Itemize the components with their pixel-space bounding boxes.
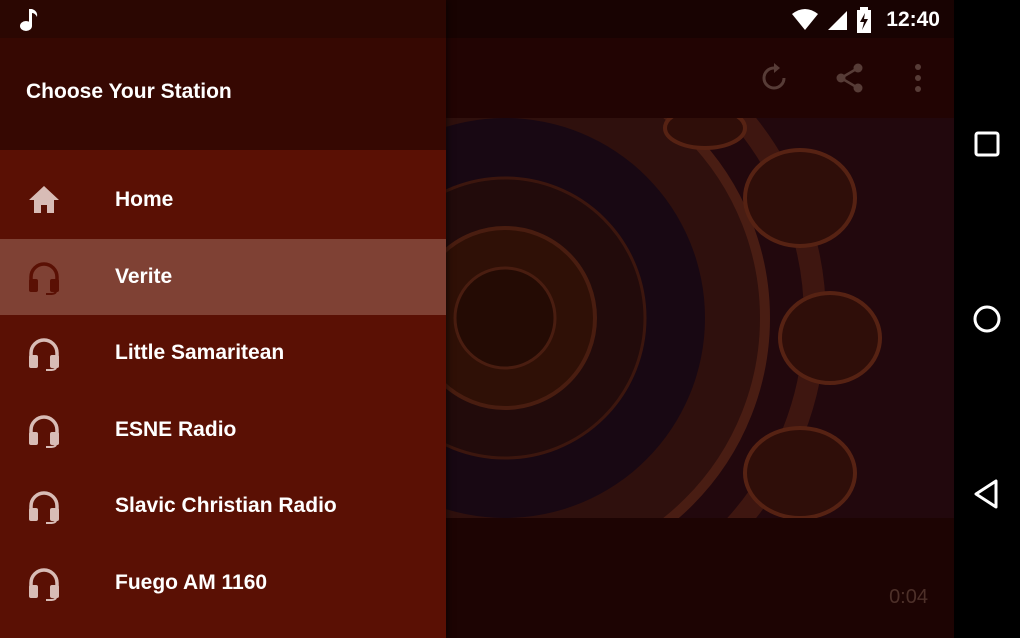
station-list: Home Verite Little Samaritean ESNE Radio… [0, 162, 446, 621]
drawer-title: Choose Your Station [26, 80, 232, 103]
menu-item-fuego-am-1160[interactable]: Fuego AM 1160 [0, 545, 446, 622]
drawer-status-area [0, 0, 446, 38]
headphones-icon [29, 491, 59, 524]
menu-item-label: Slavic Christian Radio [115, 494, 337, 518]
system-nav-bar [954, 0, 1020, 638]
menu-item-little-samaritean[interactable]: Little Samaritean [0, 315, 446, 392]
menu-item-verite[interactable]: Verite [0, 238, 446, 315]
headphones-icon [29, 338, 59, 371]
headphones-icon [29, 567, 59, 601]
menu-item-label: Verite [115, 264, 173, 288]
battery-icon [857, 7, 872, 33]
wifi-icon [792, 9, 819, 30]
navigation-drawer: Choose Your Station Home Verite Little S… [0, 0, 446, 638]
menu-item-label: ESNE Radio [115, 417, 237, 441]
headphones-icon [29, 414, 59, 448]
home-icon [29, 186, 59, 213]
back-button-icon[interactable] [969, 476, 1005, 512]
cell-signal-icon [828, 11, 848, 30]
menu-item-label: Little Samaritean [115, 341, 285, 365]
menu-item-label: Fuego AM 1160 [115, 570, 268, 594]
menu-item-esne-radio[interactable]: ESNE Radio [0, 392, 446, 469]
menu-item-home[interactable]: Home [0, 162, 446, 239]
status-clock: 12:40 [886, 8, 940, 31]
music-note-icon [20, 9, 38, 31]
status-icons: 12:40 [792, 7, 940, 33]
menu-item-slavic-christian-radio[interactable]: Slavic Christian Radio [0, 468, 446, 545]
menu-item-label: Home [115, 188, 174, 212]
home-button-icon[interactable] [969, 301, 1005, 337]
drawer-scrim[interactable] [446, 38, 954, 638]
headphones-icon [29, 261, 59, 295]
drawer-header: Choose Your Station [0, 38, 446, 150]
recents-button-icon[interactable] [969, 126, 1005, 162]
